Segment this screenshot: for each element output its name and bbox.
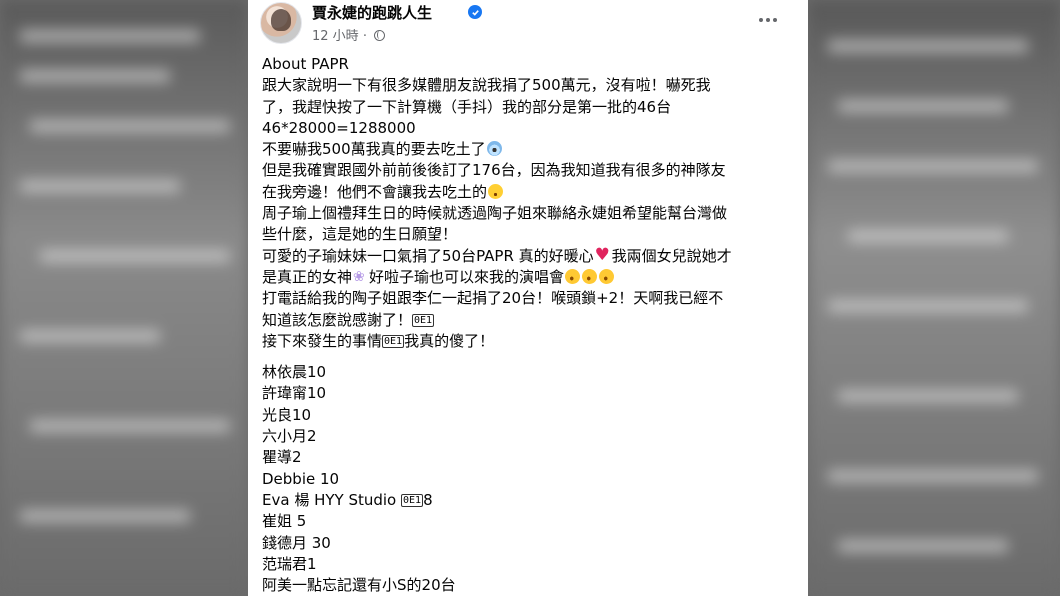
verified-badge-icon — [468, 5, 482, 19]
rofl-emoji-icon — [596, 266, 617, 287]
post-header: 賈永婕的跑跳人生 12 小時 · — [260, 2, 796, 48]
post-line: 周子瑜上個禮拜生日的時候就透過陶子姐來聯絡永婕姐希望能幫台灣做 — [262, 204, 728, 223]
donor-line: 范瑞君1 — [262, 554, 317, 573]
donor-line: 崔姐 5 — [262, 512, 307, 531]
post-line: 46*28000=1288000 — [262, 118, 416, 137]
post-line-text: 是真正的女神 — [262, 267, 353, 286]
rofl-emoji-icon — [562, 266, 583, 287]
blurred-background-right — [808, 0, 1060, 596]
donor-line: 六小月2 — [262, 427, 317, 446]
donor-line: 錢德月 30 — [262, 533, 331, 552]
more-options-icon[interactable] — [754, 6, 782, 34]
post-line-text: 我兩個女兒說她才 — [611, 246, 732, 265]
post-line: About PAPR — [262, 55, 349, 73]
page-name-link[interactable]: 賈永婕的跑跳人生 — [312, 2, 432, 23]
heart-emoji-icon — [595, 245, 611, 266]
facebook-post-card: 賈永婕的跑跳人生 12 小時 · About PAPR 跟大家說明一下有很多媒體… — [248, 0, 808, 596]
post-line-text: 好啦子瑜也可以來我的演唱會 — [369, 267, 565, 286]
post-meta: 12 小時 · — [312, 25, 386, 44]
post-line-text: 接下來發生的事情 — [262, 331, 383, 350]
missing-glyph-icon: 0E1 — [412, 313, 435, 327]
post-line: 些什麼，這是她的生日願望！ — [262, 225, 458, 244]
rofl-emoji-icon — [579, 266, 600, 287]
donor-line: 瞿導2 — [262, 448, 302, 467]
donor-line: 許瑋甯10 — [262, 384, 327, 403]
donor-line: 阿美一點忘記還有小S的20台 — [262, 576, 456, 595]
donor-line: 林依晨10 — [262, 363, 327, 382]
donor-line: Debbie 10 — [262, 469, 340, 488]
donor-line: Eva 楊 HYY Studio 0E1 8 — [262, 490, 792, 511]
post-line: 是真正的女神好啦子瑜也可以來我的演唱會 — [262, 266, 792, 288]
page-avatar[interactable] — [260, 2, 302, 44]
missing-glyph-icon: 0E1 — [401, 493, 424, 507]
post-line: 可愛的子瑜妹妹一口氣捐了50台PAPR 真的好暖心我兩個女兒說她才 — [262, 245, 792, 267]
post-line: 跟大家說明一下有很多媒體朋友說我捐了500萬元，沒有啦！嚇死我 — [262, 76, 711, 95]
grin-emoji-icon — [488, 183, 504, 199]
missing-glyph-icon: 0E1 — [382, 334, 405, 348]
post-line-text: 不要嚇我500萬我真的要去吃土了 — [262, 140, 486, 159]
post-line: 不要嚇我500萬我真的要去吃土了 — [262, 139, 792, 160]
post-line-text: 知道該怎麼說感謝了！ — [262, 310, 413, 329]
post-line: 了，我趕快按了一下計算機（手抖）我的部分是第一批的46台 — [262, 97, 672, 116]
post-line-text: 我真的傻了！ — [404, 331, 495, 350]
post-line: 但是我確實跟國外前前後後訂了176台，因為我知道我有很多的神隊友 — [262, 161, 726, 180]
donor-line: 光良10 — [262, 405, 312, 424]
donor-text: 8 — [423, 490, 433, 509]
butterfly-emoji-icon — [353, 267, 368, 288]
post-line: 在我旁邊！他們不會讓我去吃土的 — [262, 182, 792, 203]
donor-text: Eva 楊 HYY Studio — [262, 490, 401, 509]
post-body: About PAPR 跟大家說明一下有很多媒體朋友說我捐了500萬元，沒有啦！嚇… — [262, 54, 792, 596]
meta-separator: · — [362, 29, 367, 44]
blurred-background-left — [0, 0, 248, 596]
post-line-text: 在我旁邊！他們不會讓我去吃土的 — [262, 182, 488, 201]
globe-icon — [374, 30, 386, 41]
post-line: 接下來發生的事情 0E1 我真的傻了！ — [262, 331, 792, 352]
scream-emoji-icon — [486, 141, 502, 157]
post-timestamp-link[interactable]: 12 小時 — [312, 29, 359, 44]
post-line: 知道該怎麼說感謝了！ 0E1 — [262, 310, 792, 331]
post-line-text: 可愛的子瑜妹妹一口氣捐了50台PAPR 真的好暖心 — [262, 246, 594, 265]
post-line: 打電話給我的陶子姐跟李仁一起捐了20台！喉頭鎖+2！天啊我已經不 — [262, 289, 724, 308]
